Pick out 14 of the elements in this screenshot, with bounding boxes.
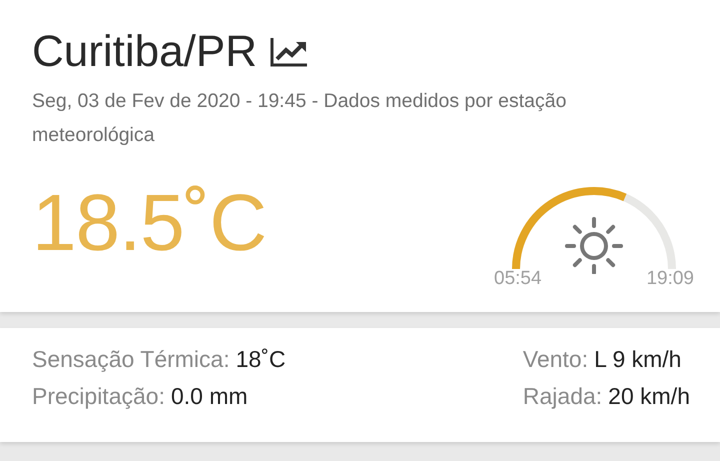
city-title: Curitiba/PR bbox=[32, 26, 257, 78]
trend-chart-icon[interactable] bbox=[268, 36, 309, 68]
temperature: 18.5˚C bbox=[32, 178, 266, 268]
stat-label: Precipitação: bbox=[32, 383, 165, 410]
sunset-time: 19:09 bbox=[646, 268, 694, 290]
stat-label: Sensação Térmica: bbox=[32, 346, 230, 373]
date-subtitle: Seg, 03 de Fev de 2020 - 19:45 - Dados medidos por estação meteorológica bbox=[32, 89, 568, 148]
stat-value: 20 km/h bbox=[608, 383, 690, 410]
sunrise-time: 05:54 bbox=[494, 268, 542, 290]
stat-value: L 9 km/h bbox=[594, 346, 682, 373]
stat-label: Vento: bbox=[522, 346, 588, 373]
stat-value: 0.0 mm bbox=[170, 383, 248, 410]
stat-label: Rajada: bbox=[522, 383, 602, 410]
stat-value: 18˚C bbox=[236, 346, 286, 373]
